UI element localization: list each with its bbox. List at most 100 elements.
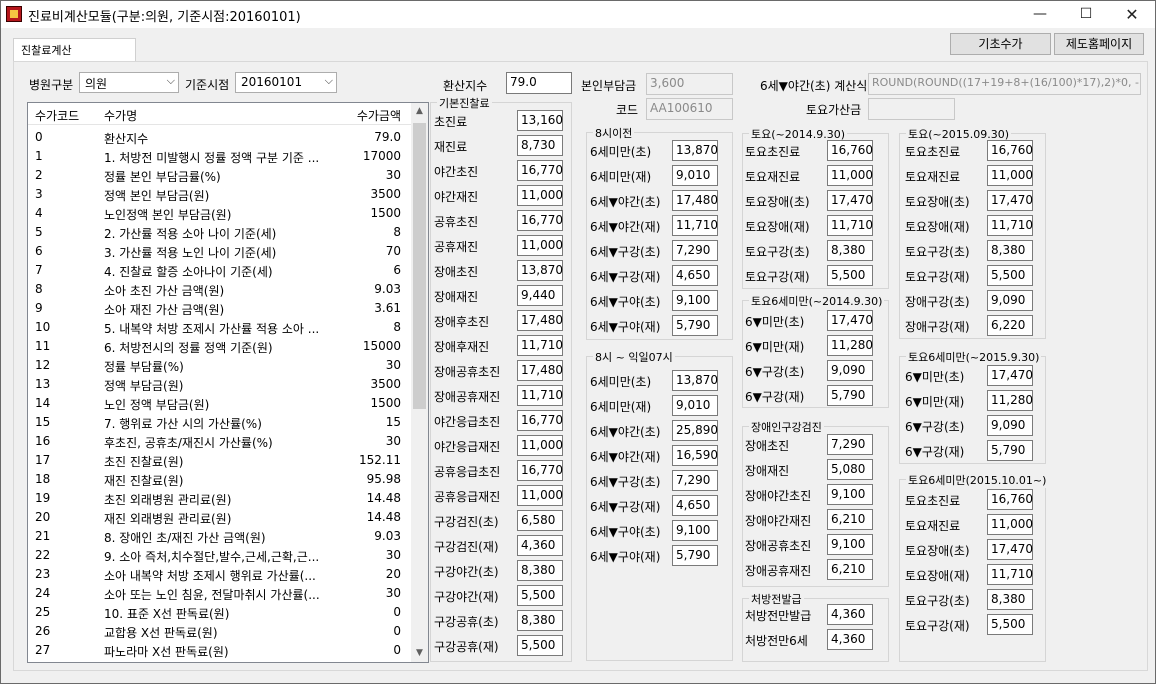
fee-item-value[interactable]: 11,000 — [987, 165, 1033, 186]
fee-item-value[interactable]: 9,100 — [827, 484, 873, 505]
scroll-thumb[interactable] — [413, 123, 426, 409]
fee-item-value[interactable]: 11,000 — [517, 185, 563, 206]
fee-item-value[interactable]: 5,790 — [672, 315, 718, 336]
fee-item-value[interactable]: 9,440 — [517, 285, 563, 306]
fee-item-value[interactable]: 5,500 — [827, 265, 873, 286]
table-row[interactable]: 2 정률 본인 부담금률(%) 30 — [28, 166, 411, 185]
table-row[interactable]: 20 재진 외래병원 관리료(원) 14.48 — [28, 508, 411, 527]
fee-item-value[interactable]: 8,380 — [987, 589, 1033, 610]
fee-item-value[interactable]: 5,790 — [672, 545, 718, 566]
table-row[interactable]: 11 6. 처방전시의 정률 정액 기준(원) 15000 — [28, 337, 411, 356]
table-row[interactable]: 18 재진 진찰료(원) 95.98 — [28, 470, 411, 489]
fee-item-value[interactable]: 11,000 — [517, 435, 563, 456]
fee-item-value[interactable]: 17,470 — [827, 190, 873, 211]
fee-item-value[interactable]: 4,650 — [672, 495, 718, 516]
fee-item-value[interactable]: 17,480 — [517, 310, 563, 331]
table-row[interactable]: 27 파노라마 X선 판독료(원) 0 — [28, 641, 411, 660]
fee-item-value[interactable]: 11,280 — [987, 390, 1033, 411]
fee-item-value[interactable]: 16,760 — [987, 489, 1033, 510]
table-row[interactable]: 1 1. 처방전 미발행시 정률 정액 구분 기준 ... 17000 — [28, 147, 411, 166]
fee-item-value[interactable]: 7,290 — [672, 240, 718, 261]
hospital-type-select[interactable]: 의원 ⌵ — [79, 72, 179, 93]
table-row[interactable]: 22 9. 소아 즉처,치수절단,발수,근세,근확,근... 30 — [28, 546, 411, 565]
fee-item-value[interactable]: 16,760 — [827, 140, 873, 161]
fee-item-value[interactable]: 13,870 — [672, 140, 718, 161]
col-header-amount[interactable]: 수가금액 — [357, 107, 401, 124]
fee-item-value[interactable]: 17,470 — [987, 365, 1033, 386]
table-row[interactable]: 13 정액 부담금(원) 3500 — [28, 375, 411, 394]
fee-item-value[interactable]: 11,000 — [517, 235, 563, 256]
fee-item-value[interactable]: 16,770 — [517, 160, 563, 181]
fee-code-list[interactable]: 수가코드 수가명 수가금액 0 환산지수 79.0 1 1. 처방전 미발행시 정률 정… — [27, 102, 429, 663]
fee-item-value[interactable]: 11,000 — [827, 165, 873, 186]
fee-item-value[interactable]: 5,500 — [517, 635, 563, 656]
fee-item-value[interactable]: 8,380 — [517, 610, 563, 631]
fee-item-value[interactable]: 6,210 — [827, 509, 873, 530]
fee-item-value[interactable]: 6,580 — [517, 510, 563, 531]
table-row[interactable]: 10 5. 내복약 처방 조제시 가산률 적용 소아 ... 8 — [28, 318, 411, 337]
title-bar[interactable]: 진료비계산모듈(구분:의원, 기준시점:20160101) — ☐ ✕ — [1, 1, 1155, 28]
fee-item-value[interactable]: 4,360 — [517, 535, 563, 556]
fee-item-value[interactable]: 11,000 — [987, 514, 1033, 535]
base-date-select[interactable]: 20160101 ⌵ — [235, 72, 337, 93]
table-row[interactable]: 8 소아 초진 가산 금액(원) 9.03 — [28, 280, 411, 299]
table-row[interactable]: 23 소아 내복약 처방 조제시 행위료 가산률(... 20 — [28, 565, 411, 584]
fee-item-value[interactable]: 7,290 — [827, 434, 873, 455]
fee-item-value[interactable]: 11,710 — [517, 385, 563, 406]
fee-item-value[interactable]: 7,290 — [672, 470, 718, 491]
fee-item-value[interactable]: 8,380 — [827, 240, 873, 261]
table-row[interactable]: 6 3. 가산률 적용 노인 나이 기준(세) 70 — [28, 242, 411, 261]
fee-item-value[interactable]: 8,380 — [987, 240, 1033, 261]
table-row[interactable]: 21 8. 장애인 초/재진 가산 금액(원) 9.03 — [28, 527, 411, 546]
fee-item-value[interactable]: 13,160 — [517, 110, 563, 131]
homepage-button[interactable]: 제도홈페이지 — [1054, 33, 1144, 55]
fee-item-value[interactable]: 17,470 — [987, 190, 1033, 211]
fee-item-value[interactable]: 16,590 — [672, 445, 718, 466]
fee-item-value[interactable]: 11,280 — [827, 335, 873, 356]
fee-item-value[interactable]: 9,090 — [827, 360, 873, 381]
fee-item-value[interactable]: 5,790 — [827, 385, 873, 406]
table-row[interactable]: 15 7. 행위료 가산 시의 가산률(%) 15 — [28, 413, 411, 432]
fee-item-value[interactable]: 9,010 — [672, 395, 718, 416]
fee-item-value[interactable]: 17,470 — [987, 539, 1033, 560]
table-row[interactable]: 7 4. 진찰료 할증 소아나이 기준(세) 6 — [28, 261, 411, 280]
table-row[interactable]: 19 초진 외래병원 관리료(원) 14.48 — [28, 489, 411, 508]
table-row[interactable]: 5 2. 가산률 적용 소아 나이 기준(세) 8 — [28, 223, 411, 242]
fee-item-value[interactable]: 5,500 — [517, 585, 563, 606]
col-header-code[interactable]: 수가코드 — [35, 107, 79, 124]
scroll-up-icon[interactable]: ▲ — [411, 103, 428, 120]
fee-item-value[interactable]: 11,710 — [517, 335, 563, 356]
fee-item-value[interactable]: 8,380 — [517, 560, 563, 581]
tab-consultation-fee[interactable]: 진찰료계산 — [13, 38, 136, 62]
fee-item-value[interactable]: 13,870 — [517, 260, 563, 281]
fee-item-value[interactable]: 5,080 — [827, 459, 873, 480]
scroll-down-icon[interactable]: ▼ — [411, 645, 428, 662]
table-row[interactable]: 16 후초진, 공휴초/재진시 가산률(%) 30 — [28, 432, 411, 451]
table-row[interactable]: 3 정액 본인 부담금(원) 3500 — [28, 185, 411, 204]
col-header-name[interactable]: 수가명 — [104, 107, 137, 124]
fee-item-value[interactable]: 5,790 — [987, 440, 1033, 461]
fee-item-value[interactable]: 16,770 — [517, 210, 563, 231]
vertical-scrollbar[interactable]: ▲ ▼ — [411, 103, 428, 662]
fee-item-value[interactable]: 16,770 — [517, 410, 563, 431]
fee-item-value[interactable]: 9,010 — [672, 165, 718, 186]
table-row[interactable]: 12 정률 부담률(%) 30 — [28, 356, 411, 375]
fee-item-value[interactable]: 11,710 — [987, 215, 1033, 236]
fee-item-value[interactable]: 11,710 — [987, 564, 1033, 585]
fee-item-value[interactable]: 17,480 — [517, 360, 563, 381]
fee-item-value[interactable]: 11,000 — [517, 485, 563, 506]
maximize-button[interactable]: ☐ — [1063, 1, 1109, 28]
fee-item-value[interactable]: 5,500 — [987, 265, 1033, 286]
fee-item-value[interactable]: 16,770 — [517, 460, 563, 481]
close-button[interactable]: ✕ — [1109, 1, 1155, 28]
fee-item-value[interactable]: 6,220 — [987, 315, 1033, 336]
fee-item-value[interactable]: 13,870 — [672, 370, 718, 391]
fee-item-value[interactable]: 4,360 — [827, 604, 873, 625]
fee-item-value[interactable]: 9,090 — [987, 415, 1033, 436]
minimize-button[interactable]: — — [1017, 1, 1063, 28]
table-row[interactable]: 14 노인 정액 부담금(원) 1500 — [28, 394, 411, 413]
fee-item-value[interactable]: 9,090 — [987, 290, 1033, 311]
table-row[interactable]: 4 노인정액 본인 부담금(원) 1500 — [28, 204, 411, 223]
table-row[interactable]: 17 초진 진찰료(원) 152.11 — [28, 451, 411, 470]
fee-item-value[interactable]: 25,890 — [672, 420, 718, 441]
